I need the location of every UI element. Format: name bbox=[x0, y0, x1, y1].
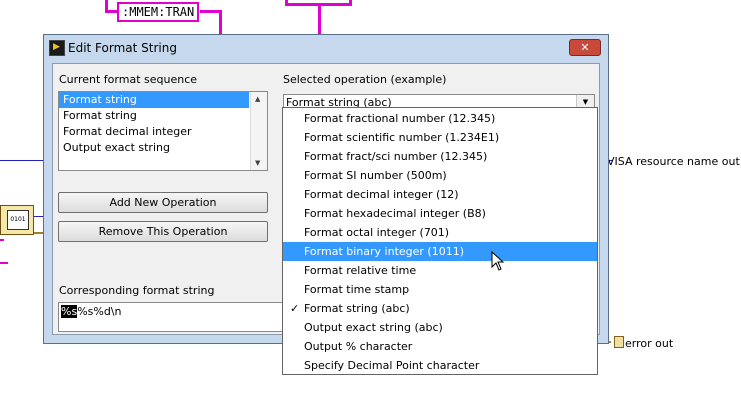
visa-resource-label: VISA resource name out bbox=[607, 155, 740, 168]
current-sequence-label: Current format sequence bbox=[59, 73, 198, 86]
list-item[interactable]: Output exact string bbox=[59, 140, 267, 156]
format-string-text: %s%d\n bbox=[77, 305, 122, 318]
check-icon: ✓ bbox=[290, 302, 300, 315]
selected-operation-label: Selected operation (example) bbox=[283, 73, 447, 86]
dropdown-item-highlighted[interactable]: Format binary integer (1011) bbox=[283, 242, 597, 261]
add-new-operation-button[interactable]: Add New Operation bbox=[58, 192, 268, 213]
dropdown-item[interactable]: Format hexadecimal integer (B8) bbox=[283, 204, 597, 223]
ref-wire bbox=[33, 216, 43, 217]
string-wire bbox=[219, 10, 222, 34]
dropdown-item[interactable]: Format fractional number (12.345) bbox=[283, 109, 597, 128]
format-sequence-list[interactable]: Format string Format string Format decim… bbox=[58, 91, 268, 171]
dropdown-item[interactable]: Output exact string (abc) bbox=[283, 318, 597, 337]
dropdown-item[interactable]: Format SI number (500m) bbox=[283, 166, 597, 185]
list-scrollbar[interactable]: ▲ ▼ bbox=[250, 92, 267, 170]
dropdown-item[interactable]: Format time stamp bbox=[283, 280, 597, 299]
error-out-label: error out bbox=[625, 337, 674, 350]
dialog-title: Edit Format String bbox=[68, 41, 177, 55]
string-wire bbox=[318, 3, 321, 34]
string-wire bbox=[0, 262, 8, 264]
scroll-up-icon[interactable]: ▲ bbox=[255, 95, 260, 103]
vi-node-icon[interactable]: 0101 bbox=[0, 205, 34, 235]
terminal-icon[interactable] bbox=[614, 336, 624, 348]
error-wire bbox=[34, 232, 43, 238]
dropdown-item-checked[interactable]: ✓ Format string (abc) bbox=[283, 299, 597, 318]
title-bar[interactable]: Edit Format String ✕ bbox=[44, 35, 608, 61]
dropdown-item[interactable]: Format fract/sci number (12.345) bbox=[283, 147, 597, 166]
scroll-down-icon[interactable]: ▼ bbox=[255, 159, 260, 167]
dropdown-item[interactable]: Format decimal integer (12) bbox=[283, 185, 597, 204]
corresponding-format-label: Corresponding format string bbox=[59, 284, 215, 297]
string-wire bbox=[349, 0, 352, 6]
list-item[interactable]: Format string bbox=[59, 92, 249, 108]
format-string-selection: %s bbox=[61, 305, 78, 318]
close-button[interactable]: ✕ bbox=[569, 39, 601, 56]
list-item[interactable]: Format decimal integer bbox=[59, 124, 267, 140]
remove-this-operation-button[interactable]: Remove This Operation bbox=[58, 221, 268, 242]
operation-dropdown-list[interactable]: Format fractional number (12.345) Format… bbox=[282, 107, 598, 375]
binary-icon: 0101 bbox=[7, 210, 29, 230]
labview-icon bbox=[49, 40, 65, 56]
mouse-pointer-icon bbox=[491, 251, 505, 271]
dropdown-item[interactable]: Specify Decimal Point character bbox=[283, 356, 597, 375]
dropdown-item[interactable]: Format relative time bbox=[283, 261, 597, 280]
string-constant[interactable]: :MMEM:TRAN bbox=[117, 2, 200, 22]
format-string-field[interactable]: %s%s%d\n bbox=[58, 302, 288, 332]
dropdown-item[interactable]: Format scientific number (1.234E1) bbox=[283, 128, 597, 147]
string-wire bbox=[0, 239, 4, 241]
dropdown-item[interactable]: Format octal integer (701) bbox=[283, 223, 597, 242]
dropdown-item[interactable]: Output % character bbox=[283, 337, 597, 356]
ref-wire bbox=[0, 160, 43, 161]
list-item[interactable]: Format string bbox=[59, 108, 267, 124]
